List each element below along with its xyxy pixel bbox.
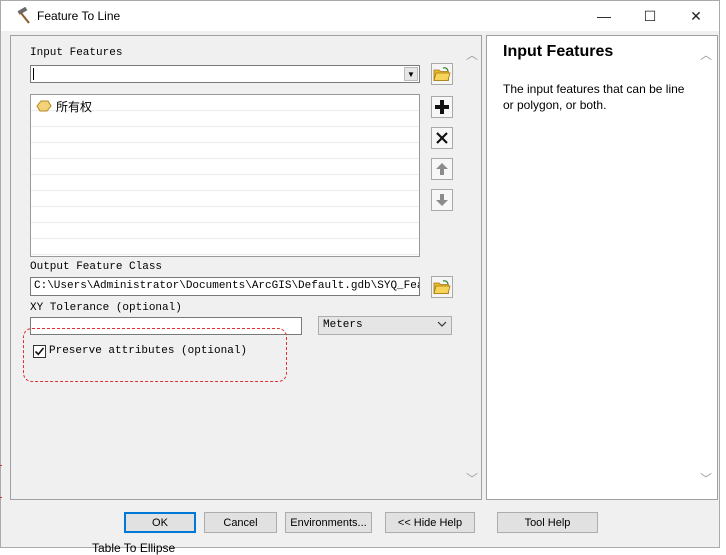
close-button[interactable]: ✕ bbox=[673, 1, 719, 31]
dropdown-arrow-icon[interactable]: ▼ bbox=[404, 67, 418, 81]
hide-help-button[interactable]: << Hide Help bbox=[385, 512, 475, 533]
window-title: Feature To Line bbox=[37, 9, 121, 23]
checkmark-icon bbox=[34, 347, 45, 356]
plus-icon bbox=[435, 100, 449, 114]
background-mark bbox=[0, 497, 2, 498]
text-caret bbox=[33, 68, 34, 80]
maximize-button[interactable]: ☐ bbox=[627, 1, 673, 31]
arrow-down-icon bbox=[436, 194, 448, 206]
arrow-up-icon bbox=[436, 163, 448, 175]
title-bar: Feature To Line — ☐ ✕ bbox=[1, 1, 719, 31]
chevron-down-icon bbox=[437, 320, 447, 332]
xy-tolerance-label: XY Tolerance (optional) bbox=[30, 302, 182, 314]
units-value: Meters bbox=[323, 319, 363, 331]
add-button[interactable] bbox=[431, 96, 453, 118]
help-scroll-up-icon[interactable]: ︿ bbox=[700, 46, 712, 63]
polygon-layer-icon bbox=[36, 100, 52, 112]
minimize-button[interactable]: — bbox=[581, 1, 627, 31]
help-pane: Input Features The input features that c… bbox=[486, 35, 718, 500]
preserve-attributes-label: Preserve attributes (optional) bbox=[49, 345, 248, 357]
open-folder-icon bbox=[433, 67, 451, 81]
remove-button[interactable] bbox=[431, 127, 453, 149]
move-down-button[interactable] bbox=[431, 189, 453, 211]
ok-button[interactable]: OK bbox=[124, 512, 196, 533]
input-features-combo[interactable]: ▼ bbox=[30, 65, 420, 83]
scroll-up-icon[interactable]: ︿ bbox=[466, 46, 478, 63]
background-toolbox-item: Table To Ellipse bbox=[92, 541, 176, 555]
help-text: The input features that can be line or p… bbox=[503, 82, 685, 112]
browse-input-button[interactable] bbox=[431, 63, 453, 85]
output-feature-class-field[interactable]: C:\Users\Administrator\Documents\ArcGIS\… bbox=[30, 277, 420, 296]
maximize-icon: ☐ bbox=[643, 7, 657, 24]
open-folder-icon bbox=[433, 280, 451, 294]
minimize-icon: — bbox=[597, 8, 611, 24]
list-item-label: 所有权 bbox=[56, 99, 93, 114]
tool-help-button[interactable]: Tool Help bbox=[497, 512, 598, 533]
browse-output-button[interactable] bbox=[431, 276, 453, 298]
units-select[interactable]: Meters bbox=[318, 316, 452, 335]
list-item[interactable]: 所有权 bbox=[36, 98, 92, 114]
x-icon bbox=[436, 132, 448, 144]
parameters-pane: Input Features ▼ 所有权 Output Feature Clas… bbox=[10, 35, 482, 500]
input-features-label: Input Features bbox=[30, 47, 123, 59]
help-title: Input Features bbox=[503, 43, 614, 60]
feature-to-line-dialog: Feature To Line — ☐ ✕ Input Features ▼ 所… bbox=[0, 0, 720, 548]
scroll-down-icon[interactable]: ﹀ bbox=[466, 470, 478, 487]
cancel-button[interactable]: Cancel bbox=[204, 512, 277, 533]
background-mark bbox=[0, 465, 2, 466]
environments-button[interactable]: Environments... bbox=[285, 512, 372, 533]
input-features-list[interactable]: 所有权 bbox=[30, 94, 420, 257]
move-up-button[interactable] bbox=[431, 158, 453, 180]
close-icon: ✕ bbox=[690, 7, 702, 24]
preserve-attributes-checkbox[interactable] bbox=[33, 345, 46, 358]
hammer-icon bbox=[15, 6, 33, 25]
output-feature-class-label: Output Feature Class bbox=[30, 261, 163, 273]
help-scroll-down-icon[interactable]: ﹀ bbox=[700, 470, 712, 487]
